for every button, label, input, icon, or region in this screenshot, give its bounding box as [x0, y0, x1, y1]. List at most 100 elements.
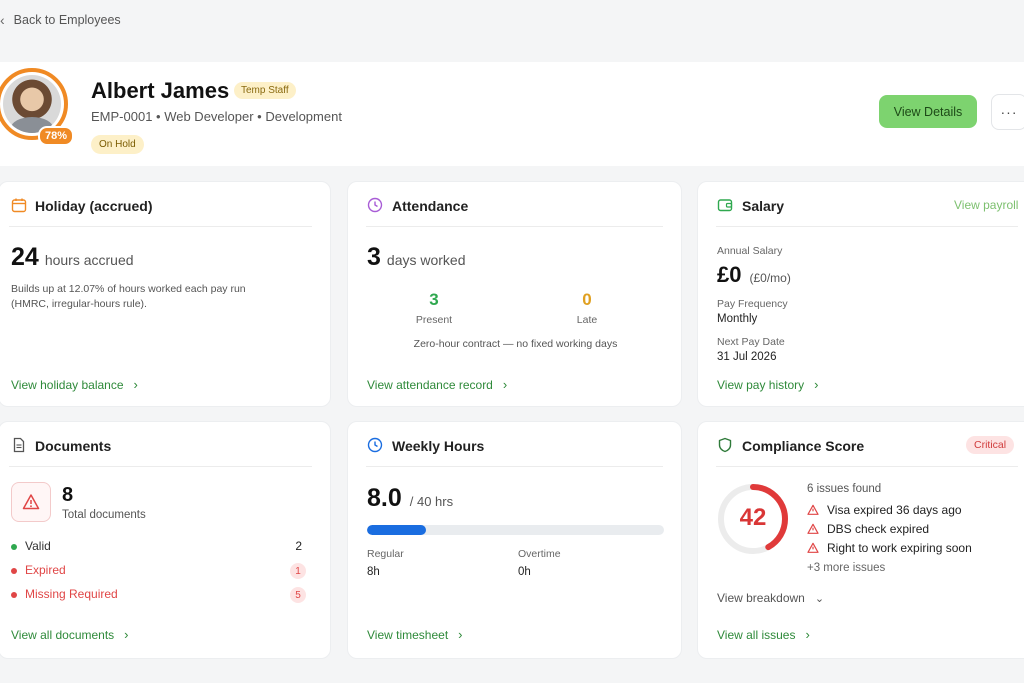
- weekly-hours-card: Weekly Hours 8.0 / 40 hrs Regular 8h Over…: [347, 421, 682, 659]
- link-label: View holiday balance: [11, 377, 124, 392]
- next-pay-date-value: 31 Jul 2026: [717, 351, 777, 363]
- document-row-label: Expired: [25, 563, 66, 577]
- view-attendance-record-link[interactable]: View attendance record ›: [367, 377, 507, 392]
- issue-item[interactable]: Right to work expiring soon: [807, 541, 972, 555]
- late-label: Late: [576, 314, 598, 326]
- view-pay-history-link[interactable]: View pay history ›: [717, 377, 819, 392]
- compliance-card: Compliance Score Critical 42 6 issues fo…: [697, 421, 1024, 659]
- divider: [716, 226, 1018, 227]
- days-worked-value: 3: [367, 243, 381, 271]
- divider: [366, 226, 663, 227]
- regular-label: Regular: [367, 548, 404, 560]
- avatar-photo: [3, 75, 61, 133]
- divider: [716, 466, 1018, 467]
- holiday-unit: hours accrued: [44, 252, 134, 268]
- chevron-right-icon: ›: [124, 627, 129, 642]
- view-all-documents-link[interactable]: View all documents ›: [11, 627, 129, 642]
- regular-value: 8h: [367, 566, 380, 578]
- salary-card: Salary View payroll Annual Salary £0 (£0/…: [697, 181, 1024, 407]
- more-issues[interactable]: +3 more issues: [807, 562, 885, 574]
- warning-icon: [807, 504, 819, 515]
- annual-salary-value: £0: [717, 262, 742, 287]
- weekly-hours-progress-fill: [367, 525, 427, 535]
- next-pay-date-label: Next Pay Date: [717, 336, 785, 348]
- clock-icon: [367, 197, 383, 213]
- chevron-right-icon: ›: [133, 377, 138, 392]
- view-timesheet-link[interactable]: View timesheet ›: [367, 627, 463, 642]
- compliance-score-value: 42: [739, 504, 767, 531]
- employee-type-badge: Temp Staff: [234, 82, 296, 99]
- late-stat: 0 Late: [557, 290, 617, 326]
- divider: [9, 226, 312, 227]
- late-value: 0: [582, 290, 592, 309]
- present-value: 3: [429, 290, 439, 309]
- more-options-button[interactable]: ···: [991, 94, 1024, 130]
- issue-item[interactable]: Visa expired 36 days ago: [807, 503, 962, 517]
- overtime-value: 0h: [518, 566, 531, 578]
- document-icon: [13, 437, 25, 453]
- total-documents-label: Total documents: [62, 509, 146, 521]
- chevron-right-icon: ›: [814, 377, 819, 392]
- back-link[interactable]: ‹ Back to Employees: [0, 12, 121, 28]
- chevron-right-icon: ›: [805, 627, 810, 642]
- issue-text: Right to work expiring soon: [827, 541, 972, 555]
- divider: [366, 466, 663, 467]
- card-title: Salary: [742, 198, 785, 214]
- issue-item[interactable]: DBS check expired: [807, 522, 929, 536]
- more-icon: ···: [1000, 104, 1018, 120]
- employee-meta: EMP-0001 • Web Developer • Development: [91, 109, 342, 124]
- back-link-label: Back to Employees: [13, 13, 121, 27]
- attendance-value-row: 3 days worked: [367, 243, 466, 272]
- warning-icon: [22, 494, 40, 510]
- annual-salary-label: Annual Salary: [717, 245, 783, 257]
- calendar-icon: [11, 198, 27, 213]
- holiday-note: Builds up at 12.07% of hours worked each…: [11, 283, 246, 310]
- status-badge: On Hold: [91, 135, 144, 154]
- document-row-valid[interactable]: Valid 2: [11, 539, 306, 557]
- view-breakdown-toggle[interactable]: View breakdown ⌄: [717, 591, 824, 605]
- view-all-issues-link[interactable]: View all issues ›: [717, 627, 810, 642]
- document-row-label: Missing Required: [25, 587, 118, 601]
- top-bar: ‹ Back to Employees: [0, 0, 1024, 60]
- toggle-label: View breakdown: [717, 591, 805, 605]
- holiday-value-row: 24 hours accrued: [11, 243, 134, 272]
- document-row-label: Valid: [25, 539, 51, 553]
- link-label: View attendance record: [367, 377, 493, 392]
- view-holiday-balance-link[interactable]: View holiday balance ›: [11, 377, 138, 392]
- days-worked-unit: days worked: [386, 252, 466, 268]
- card-title: Attendance: [392, 198, 469, 214]
- employee-header: 78% Albert James Temp Staff EMP-0001 • W…: [0, 62, 1024, 166]
- view-payroll-link[interactable]: View payroll: [954, 198, 1018, 212]
- overtime-label: Overtime: [518, 548, 561, 560]
- weekly-hours-target: / 40 hrs: [409, 494, 454, 509]
- monthly-salary: (£0/mo): [749, 271, 791, 285]
- link-label: View all issues: [717, 627, 796, 642]
- issue-text: DBS check expired: [827, 522, 930, 536]
- divider: [9, 466, 312, 467]
- weekly-hours-progress: [367, 525, 664, 535]
- pay-frequency-label: Pay Frequency: [717, 298, 788, 310]
- document-row-count: 2: [295, 539, 302, 553]
- card-title: Documents: [35, 438, 112, 454]
- status-dot: [11, 568, 17, 574]
- link-label: View timesheet: [367, 627, 449, 642]
- total-documents-value: 8: [62, 484, 74, 506]
- chevron-down-icon: ⌄: [814, 592, 825, 605]
- shield-icon: [718, 437, 732, 453]
- wallet-icon: [717, 199, 733, 212]
- attendance-card: Attendance 3 days worked 3 Present 0 Late…: [347, 181, 682, 407]
- issues-found: 6 issues found: [807, 483, 882, 495]
- chevron-right-icon: ›: [458, 627, 463, 642]
- holiday-card: Holiday (accrued) 24 hours accrued Builds…: [0, 181, 331, 407]
- view-details-button[interactable]: View Details: [879, 95, 977, 128]
- card-title: Compliance Score: [742, 438, 865, 454]
- card-title: Holiday (accrued): [35, 198, 153, 214]
- present-stat: 3 Present: [404, 290, 464, 326]
- critical-badge: Critical: [966, 436, 1015, 454]
- document-row-missing[interactable]: Missing Required 5: [11, 587, 306, 605]
- weekly-hours-value: 8.0: [367, 484, 402, 512]
- document-row-expired[interactable]: Expired 1: [11, 563, 306, 581]
- warning-icon: [807, 523, 819, 534]
- contract-note: Zero-hour contract — no fixed working da…: [413, 338, 618, 350]
- link-label: View all documents: [11, 627, 115, 642]
